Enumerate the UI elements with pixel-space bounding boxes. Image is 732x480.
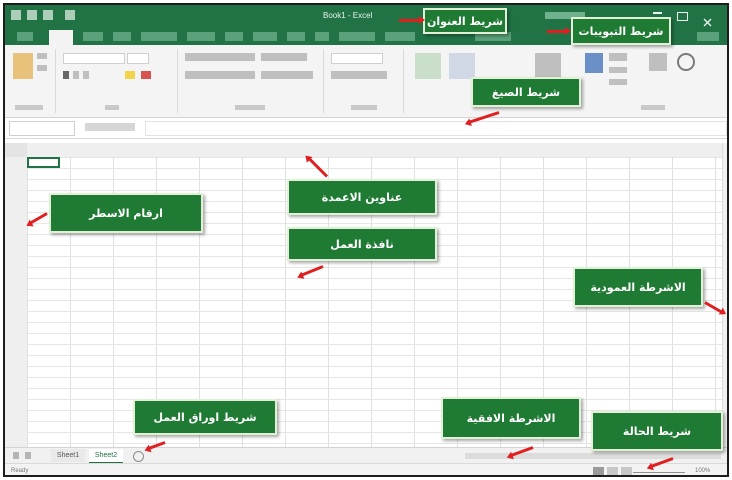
alignment-group-label <box>235 105 265 110</box>
sheet-tab[interactable]: Sheet1 <box>51 449 85 462</box>
number-format-box[interactable] <box>331 53 383 64</box>
callout-column-headers: عناوين الاعمدة <box>287 179 437 215</box>
tab-help[interactable] <box>315 32 329 41</box>
save-icon[interactable] <box>11 10 21 20</box>
callout-status-bar: شريط الحالة <box>591 411 723 451</box>
ribbon-separator <box>403 49 404 113</box>
name-box[interactable] <box>9 121 75 136</box>
zoom-level: 100% <box>695 468 711 474</box>
ribbon-separator <box>55 49 56 113</box>
ribbon-separator <box>323 49 324 113</box>
copy-icon[interactable] <box>37 65 47 71</box>
undo-icon[interactable] <box>27 10 37 20</box>
tab-view[interactable] <box>287 32 305 41</box>
font-color-icon[interactable] <box>141 71 151 79</box>
insert-cells-icon[interactable] <box>585 53 603 73</box>
excel-screenshot-frame: Book1 - Excel Sheet1 Sheet2 Ready 100% ش… <box>3 3 729 477</box>
tab-data[interactable] <box>225 32 243 41</box>
callout-vertical-bars: الاشرطة العمودية <box>573 267 703 307</box>
maximize-icon[interactable] <box>677 12 688 21</box>
ribbon <box>5 45 727 118</box>
callout-work-window: نافذة العمل <box>287 227 437 261</box>
tab-acrobat[interactable] <box>339 32 375 41</box>
font-group-label <box>105 105 119 110</box>
vertical-scrollbar[interactable] <box>722 143 727 447</box>
font-size-box[interactable] <box>127 53 149 64</box>
window-title: Book1 - Excel <box>323 11 373 20</box>
callout-sheets-bar: شريط اوراق العمل <box>133 399 277 435</box>
conditional-formatting-icon[interactable] <box>415 53 441 79</box>
paste-icon[interactable] <box>13 53 33 79</box>
number-buttons[interactable] <box>331 71 387 79</box>
tab-formulas[interactable] <box>187 32 215 41</box>
sheet-tab-active[interactable]: Sheet2 <box>89 449 123 464</box>
merge-center-button[interactable] <box>261 71 313 79</box>
tab-review[interactable] <box>253 32 277 41</box>
tab-team[interactable] <box>385 32 415 41</box>
alignment-row-bottom[interactable] <box>185 71 255 79</box>
redo-icon[interactable] <box>43 10 53 20</box>
select-all-corner[interactable] <box>5 143 28 158</box>
fill-color-icon[interactable] <box>125 71 135 79</box>
sheet-nav-next-icon[interactable] <box>25 452 31 459</box>
clipboard-group-label <box>15 105 43 110</box>
find-select-icon[interactable] <box>677 53 695 71</box>
underline-icon[interactable] <box>83 71 89 79</box>
alignment-row-top[interactable] <box>185 53 255 61</box>
status-bar: Ready 100% <box>5 463 727 475</box>
callout-title-bar: شريط العنوان <box>423 8 507 34</box>
fx-icon[interactable] <box>85 123 135 131</box>
close-icon[interactable] <box>703 12 712 27</box>
tab-file[interactable] <box>17 32 33 41</box>
ribbon-separator <box>177 49 178 113</box>
column-headers[interactable] <box>27 143 722 158</box>
tab-insert[interactable] <box>83 32 103 41</box>
bold-icon[interactable] <box>63 71 69 79</box>
quick-access-dropdown-icon[interactable] <box>65 10 75 20</box>
arrow-title-bar <box>399 16 425 24</box>
share-button[interactable] <box>697 32 719 41</box>
autosum-icon[interactable] <box>609 53 627 61</box>
active-cell[interactable] <box>27 157 60 168</box>
normal-view-icon[interactable] <box>593 467 604 475</box>
callout-tabs-bar: شريط التبويبات <box>571 17 671 45</box>
tab-home[interactable] <box>49 30 73 45</box>
callout-formulas-bar: شريط الصيغ <box>471 77 581 107</box>
cut-icon[interactable] <box>37 53 47 59</box>
arrow-tabs-bar <box>547 27 571 35</box>
formula-input[interactable] <box>145 121 727 136</box>
font-name-box[interactable] <box>63 53 125 64</box>
callout-row-numbers: ارقام الاسطر <box>49 193 203 233</box>
tab-page-layout[interactable] <box>141 32 177 41</box>
zoom-slider[interactable] <box>633 472 685 473</box>
tab-draw[interactable] <box>113 32 131 41</box>
number-group-label <box>351 105 377 110</box>
callout-horizontal-bars: الاشرطة الافقية <box>441 397 581 439</box>
add-sheet-icon[interactable] <box>133 451 144 462</box>
format-as-table-icon[interactable] <box>449 53 475 79</box>
wrap-text-button[interactable] <box>261 53 307 61</box>
italic-icon[interactable] <box>73 71 79 79</box>
row-numbers[interactable] <box>5 157 28 447</box>
status-text: Ready <box>11 468 29 474</box>
horizontal-scrollbar[interactable] <box>465 453 721 459</box>
formula-bar <box>5 118 727 139</box>
editing-group-label <box>641 105 665 110</box>
sort-filter-icon[interactable] <box>649 53 667 71</box>
clear-icon[interactable] <box>609 79 627 85</box>
sheet-nav-prev-icon[interactable] <box>13 452 19 459</box>
cell-styles-icon[interactable] <box>535 53 561 79</box>
page-layout-view-icon[interactable] <box>607 467 618 475</box>
page-break-view-icon[interactable] <box>621 467 632 475</box>
fill-icon[interactable] <box>609 67 627 73</box>
